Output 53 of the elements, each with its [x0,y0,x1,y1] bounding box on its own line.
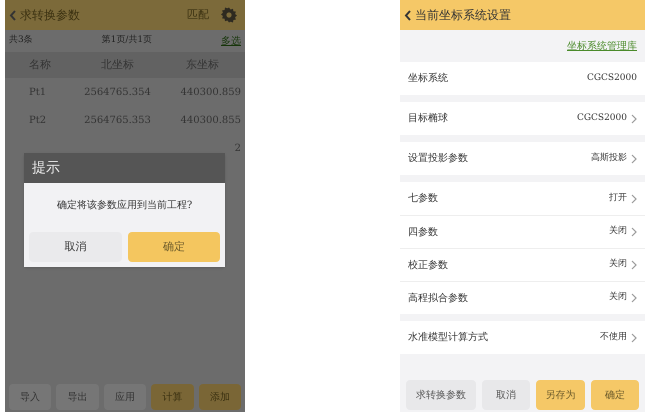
footer-button[interactable]: 求转换参数 [406,380,476,410]
chevron-icon [631,260,637,270]
row-value: 关闭 [609,291,627,304]
coordinate-library-link[interactable]: 坐标系统管理库 [567,38,637,54]
settings-row[interactable]: 高程拟合参数 关闭 [400,281,645,314]
settings-row[interactable]: 坐标系统 CGCS2000 [400,62,645,95]
row-label: 目标椭球 [408,112,448,126]
page-indicator: 第1页/共1页 [102,34,152,48]
record-count: 共3条 [9,34,33,48]
chevron-icon [631,332,637,342]
chevron-icon [631,293,637,303]
settings-row[interactable]: 七参数 打开 [400,182,645,215]
row-value: 高斯投影 [591,152,627,165]
footer-button[interactable]: 另存为 [536,380,585,410]
row-label: 高程拟合参数 [408,292,468,306]
row-label: 校正参数 [408,258,448,272]
settings-row[interactable]: 设置投影参数 高斯投影 [400,142,645,175]
dialog-button[interactable]: 取消 [29,232,122,262]
row-value: 关闭 [609,225,627,238]
chevron-icon [631,114,637,124]
table-cell: 440300.859 [180,86,241,98]
row-value: CGCS2000 [576,112,627,125]
settings-row[interactable]: 四参数 关闭 [400,215,645,248]
settings-icon[interactable] [221,7,237,23]
row-label: 水准模型计算方式 [408,330,488,345]
back-icon[interactable] [404,10,411,20]
table-cell: 2564765.353 [84,114,151,126]
table-cell: Pt2 [29,114,46,126]
table-cell: 2 [234,142,241,154]
row-value: 关闭 [609,258,627,272]
table-cell: 440300.855 [180,114,241,126]
row-label: 坐标系统 [408,72,448,86]
dialog-button[interactable]: 确定 [128,232,220,262]
row-label: 七参数 [408,192,438,206]
row-label: 设置投影参数 [408,152,468,166]
dialog-title: 提示 [32,158,60,178]
settings-row[interactable]: 水准模型计算方式 不使用 [400,321,645,354]
chevron-icon [631,227,637,237]
chevron-icon [631,194,637,204]
screen-title: 求转换参数 [20,7,80,24]
row-label: 四参数 [408,226,438,240]
settings-row[interactable]: 校正参数 关闭 [400,248,645,281]
settings-row[interactable]: 目标椭球 CGCS2000 [400,102,645,135]
chevron-icon [631,154,637,164]
row-value: 不使用 [600,330,627,344]
row-value: 打开 [609,192,627,205]
footer-button[interactable]: 确定 [590,380,639,410]
footer-button[interactable]: 取消 [482,380,530,410]
screen-title: 当前坐标系统设置 [415,7,511,24]
row-value: CGCS2000 [586,72,637,85]
dialog-message: 确定将该参数应用到当前工程? [56,198,192,212]
table-cell: 2564765.354 [84,86,151,98]
table-cell: Pt1 [29,86,46,98]
